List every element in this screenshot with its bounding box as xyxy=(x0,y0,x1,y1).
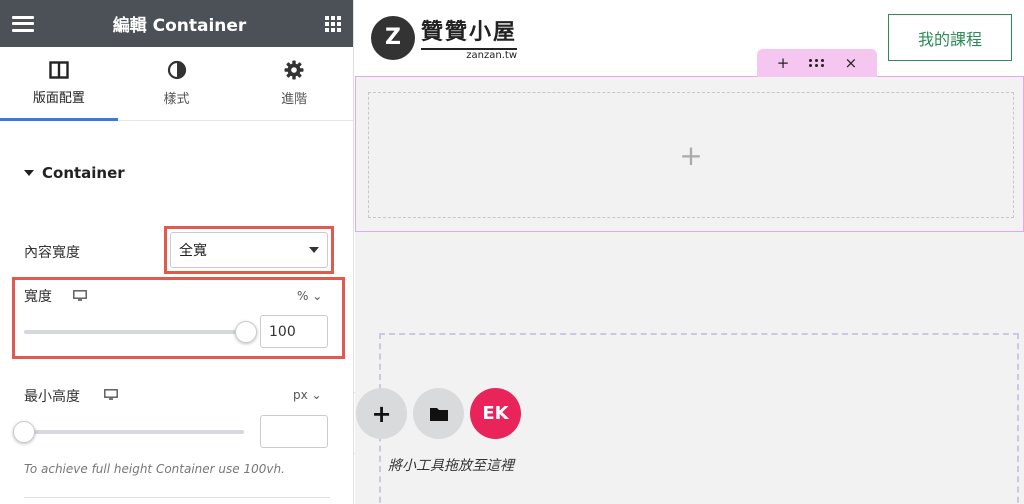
add-container-button[interactable]: + xyxy=(777,54,790,72)
plus-icon[interactable]: + xyxy=(679,139,702,172)
min-height-label: 最小高度 xyxy=(24,389,80,405)
content-width-label: 內容寬度 xyxy=(24,245,80,261)
folder-icon xyxy=(429,407,448,421)
half-circle-icon xyxy=(167,60,186,80)
min-height-unit-select[interactable]: px ⌄ xyxy=(293,388,322,402)
logo-mark: Z xyxy=(371,15,415,60)
layout-icon xyxy=(49,61,69,79)
drop-widgets-hint: 將小工具拖放至這裡 xyxy=(388,458,514,474)
content-width-value: 全寬 xyxy=(179,243,207,259)
tab-layout-label: 版面配置 xyxy=(32,91,85,106)
min-height-input[interactable] xyxy=(260,415,328,448)
my-courses-button[interactable]: 我的課程 xyxy=(888,14,1012,61)
min-height-slider-track[interactable] xyxy=(24,430,244,434)
add-section-button[interactable]: + xyxy=(356,388,407,439)
desktop-icon[interactable] xyxy=(73,290,87,301)
content-width-select[interactable]: 全寬 xyxy=(170,232,328,268)
min-height-unit-value: px xyxy=(293,388,308,402)
tab-advanced[interactable]: 進階 xyxy=(235,47,353,120)
desktop-icon[interactable] xyxy=(104,389,118,400)
width-input[interactable]: 100 xyxy=(260,315,328,348)
container-toolbar: + × xyxy=(757,49,877,77)
gear-icon xyxy=(284,60,304,80)
chevron-down-icon xyxy=(309,247,319,253)
min-height-hint: To achieve full height Container use 100… xyxy=(24,462,285,476)
tab-advanced-label: 進階 xyxy=(281,92,308,107)
width-slider-track[interactable] xyxy=(24,330,246,334)
section-title: Container xyxy=(42,164,125,182)
width-label: 寬度 xyxy=(24,289,52,305)
selected-container[interactable]: + xyxy=(355,76,1024,232)
widgets-grid-icon[interactable] xyxy=(325,15,341,32)
add-element-area[interactable]: + xyxy=(368,92,1014,218)
hamburger-menu-icon[interactable] xyxy=(12,15,34,32)
width-input-value: 100 xyxy=(269,323,296,340)
section-toggle-container[interactable]: Container xyxy=(24,164,125,182)
plus-icon: + xyxy=(371,399,392,428)
brand-kit-label: EK xyxy=(482,403,509,424)
template-library-button[interactable] xyxy=(413,388,464,439)
panel-title: 編輯 Container xyxy=(112,16,247,36)
delete-container-button[interactable]: × xyxy=(845,54,858,72)
brand-kit-button[interactable]: EK xyxy=(470,388,521,439)
width-unit-value: % xyxy=(297,289,309,303)
panel-tabs: 版面配置 樣式 進階 xyxy=(0,47,353,121)
logo-domain: zanzan.tw xyxy=(466,50,518,61)
divider xyxy=(24,497,330,498)
min-height-slider-handle[interactable] xyxy=(13,421,35,443)
tab-style[interactable]: 樣式 xyxy=(118,47,236,120)
drag-handle-icon[interactable] xyxy=(808,59,825,67)
site-header: Z 贊贊小屋 zanzan.tw 我的課程 xyxy=(355,0,1024,76)
width-unit-select[interactable]: % ⌄ xyxy=(297,289,322,303)
panel-header: 編輯 Container xyxy=(0,0,353,47)
width-slider-handle[interactable] xyxy=(235,321,257,343)
empty-area-actions: + EK xyxy=(356,388,521,439)
tab-style-label: 樣式 xyxy=(163,92,190,107)
tab-layout[interactable]: 版面配置 xyxy=(0,47,118,121)
content-width-highlight: 全寬 xyxy=(164,226,334,274)
caret-down-icon xyxy=(24,170,34,176)
editor-panel: 編輯 Container 版面配置 樣式 進階 Container 內容寬度 全… xyxy=(0,0,354,504)
site-logo[interactable]: Z 贊贊小屋 zanzan.tw xyxy=(371,14,518,61)
logo-name: 贊贊小屋 xyxy=(421,14,518,50)
